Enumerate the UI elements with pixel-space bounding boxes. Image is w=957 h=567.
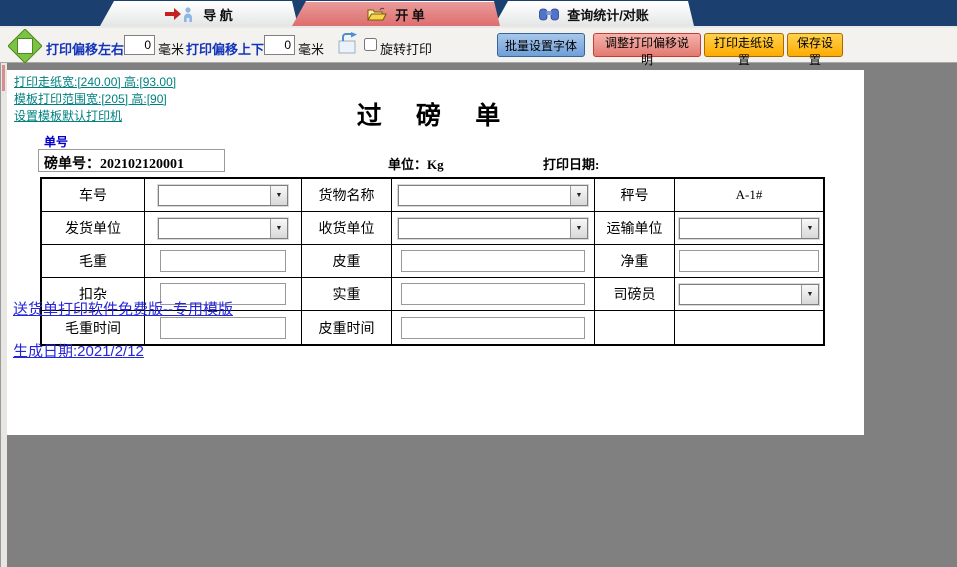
cell-vehicle-no: ▼ xyxy=(145,179,302,212)
chevron-down-icon[interactable]: ▼ xyxy=(270,219,287,238)
label-shipper: 发货单位 xyxy=(42,212,145,245)
cell-scale-no: A-1# xyxy=(675,179,823,212)
cell-net-weight xyxy=(675,245,823,278)
receiver-combobox[interactable]: ▼ xyxy=(398,218,588,239)
weigher-combobox[interactable]: ▼ xyxy=(679,284,819,305)
vehicle-no-combobox[interactable]: ▼ xyxy=(158,185,288,206)
goods-name-combobox[interactable]: ▼ xyxy=(398,185,588,206)
tab-label: 查询统计/对账 xyxy=(567,5,649,24)
print-date-label: 打印日期: xyxy=(543,154,599,173)
label-actual-weight: 实重 xyxy=(302,278,392,311)
save-settings-button[interactable]: 保存设置 xyxy=(787,33,843,57)
diamond-icon xyxy=(8,29,42,68)
chevron-down-icon[interactable]: ▼ xyxy=(801,219,818,238)
label-goods-name: 货物名称 xyxy=(302,179,392,212)
tab-bar: 导 航 开 单 查询统计/对账 xyxy=(0,0,957,26)
cell-empty-value xyxy=(675,311,823,344)
label-scale-no: 秤号 xyxy=(595,179,675,212)
chevron-down-icon[interactable]: ▼ xyxy=(570,186,587,205)
label-receiver: 收货单位 xyxy=(302,212,392,245)
net-weight-input[interactable] xyxy=(679,250,819,272)
tare-time-input[interactable] xyxy=(401,317,585,339)
offset-lr-input[interactable] xyxy=(124,35,155,55)
toolbar: 打印偏移左右 毫米 打印偏移上下 毫米 旋转打印 批量设置字体 调整打印偏移说明… xyxy=(0,26,957,63)
tab-navigation[interactable]: 导 航 xyxy=(100,1,298,26)
tab-label: 开 单 xyxy=(395,5,425,24)
gross-weight-input[interactable] xyxy=(160,250,286,272)
label-gross-weight: 毛重 xyxy=(42,245,145,278)
label-transporter: 运输单位 xyxy=(595,212,675,245)
generated-date-link[interactable]: 生成日期:2021/2/12 xyxy=(13,340,144,361)
scale-no-value: A-1# xyxy=(736,187,763,203)
binoculars-icon xyxy=(539,7,559,21)
label-tare-weight: 皮重 xyxy=(302,245,392,278)
label-weigher: 司磅员 xyxy=(595,278,675,311)
tab-billing[interactable]: 开 单 xyxy=(292,1,500,26)
navigate-icon xyxy=(165,6,195,22)
cell-actual-weight xyxy=(392,278,595,311)
weighbridge-table: 车号 ▼ 货物名称 ▼ 秤号 A-1# 发货单位 ▼ 收货单位 ▼ 运输单位 ▼… xyxy=(40,177,825,346)
paper-feed-setup-button[interactable]: 打印走纸设置 xyxy=(704,33,784,57)
unit-label: 单位：Kg xyxy=(388,154,444,173)
offset-tb-label: 打印偏移上下 xyxy=(186,39,264,58)
offset-lr-label: 打印偏移左右 xyxy=(46,39,124,58)
label-net-weight: 净重 xyxy=(595,245,675,278)
cell-receiver: ▼ xyxy=(392,212,595,245)
paper-size-link[interactable]: 打印走纸宽:[240.00] 高:[93.00] xyxy=(14,73,176,90)
software-watermark-link[interactable]: 送货单打印软件免费版--专用模版 xyxy=(13,298,233,319)
rotate-print-checkbox[interactable] xyxy=(364,38,377,51)
adjust-offset-help-button[interactable]: 调整打印偏移说明 xyxy=(593,33,701,57)
tare-weight-input[interactable] xyxy=(401,250,585,272)
offset-tb-input[interactable] xyxy=(264,35,295,55)
batch-set-font-button[interactable]: 批量设置字体 xyxy=(497,33,585,57)
cell-transporter: ▼ xyxy=(675,212,823,245)
ticket-number-box[interactable]: 磅单号：202102120001 xyxy=(38,149,225,172)
transporter-combobox[interactable]: ▼ xyxy=(679,218,819,239)
weighbridge-template-page: 打印走纸宽:[240.00] 高:[93.00] 模板打印范围宽:[205] 高… xyxy=(7,70,864,435)
cell-weigher: ▼ xyxy=(675,278,823,311)
offset-lr-unit: 毫米 xyxy=(158,39,184,58)
open-folder-icon xyxy=(367,7,387,22)
left-scroll-strip[interactable] xyxy=(0,63,7,567)
rotate-page-icon xyxy=(337,32,361,59)
chevron-down-icon[interactable]: ▼ xyxy=(801,285,818,304)
gross-time-input[interactable] xyxy=(160,317,286,339)
splitter-handle[interactable] xyxy=(2,65,5,91)
cell-empty-label xyxy=(595,311,675,344)
actual-weight-input[interactable] xyxy=(401,283,585,305)
chevron-down-icon[interactable]: ▼ xyxy=(570,219,587,238)
offset-tb-unit: 毫米 xyxy=(298,39,324,58)
order-no-label: 单号 xyxy=(44,133,68,150)
cell-goods-name: ▼ xyxy=(392,179,595,212)
chevron-down-icon[interactable]: ▼ xyxy=(270,186,287,205)
cell-tare-time xyxy=(392,311,595,344)
label-tare-time: 皮重时间 xyxy=(302,311,392,344)
rotate-print-label: 旋转打印 xyxy=(380,39,432,58)
shipper-combobox[interactable]: ▼ xyxy=(158,218,288,239)
label-vehicle-no: 车号 xyxy=(42,179,145,212)
cell-tare-weight xyxy=(392,245,595,278)
cell-shipper: ▼ xyxy=(145,212,302,245)
page-title: 过 磅 单 xyxy=(7,96,864,132)
tab-query-stats[interactable]: 查询统计/对账 xyxy=(494,1,694,26)
tab-label: 导 航 xyxy=(203,5,233,24)
cell-gross-weight xyxy=(145,245,302,278)
